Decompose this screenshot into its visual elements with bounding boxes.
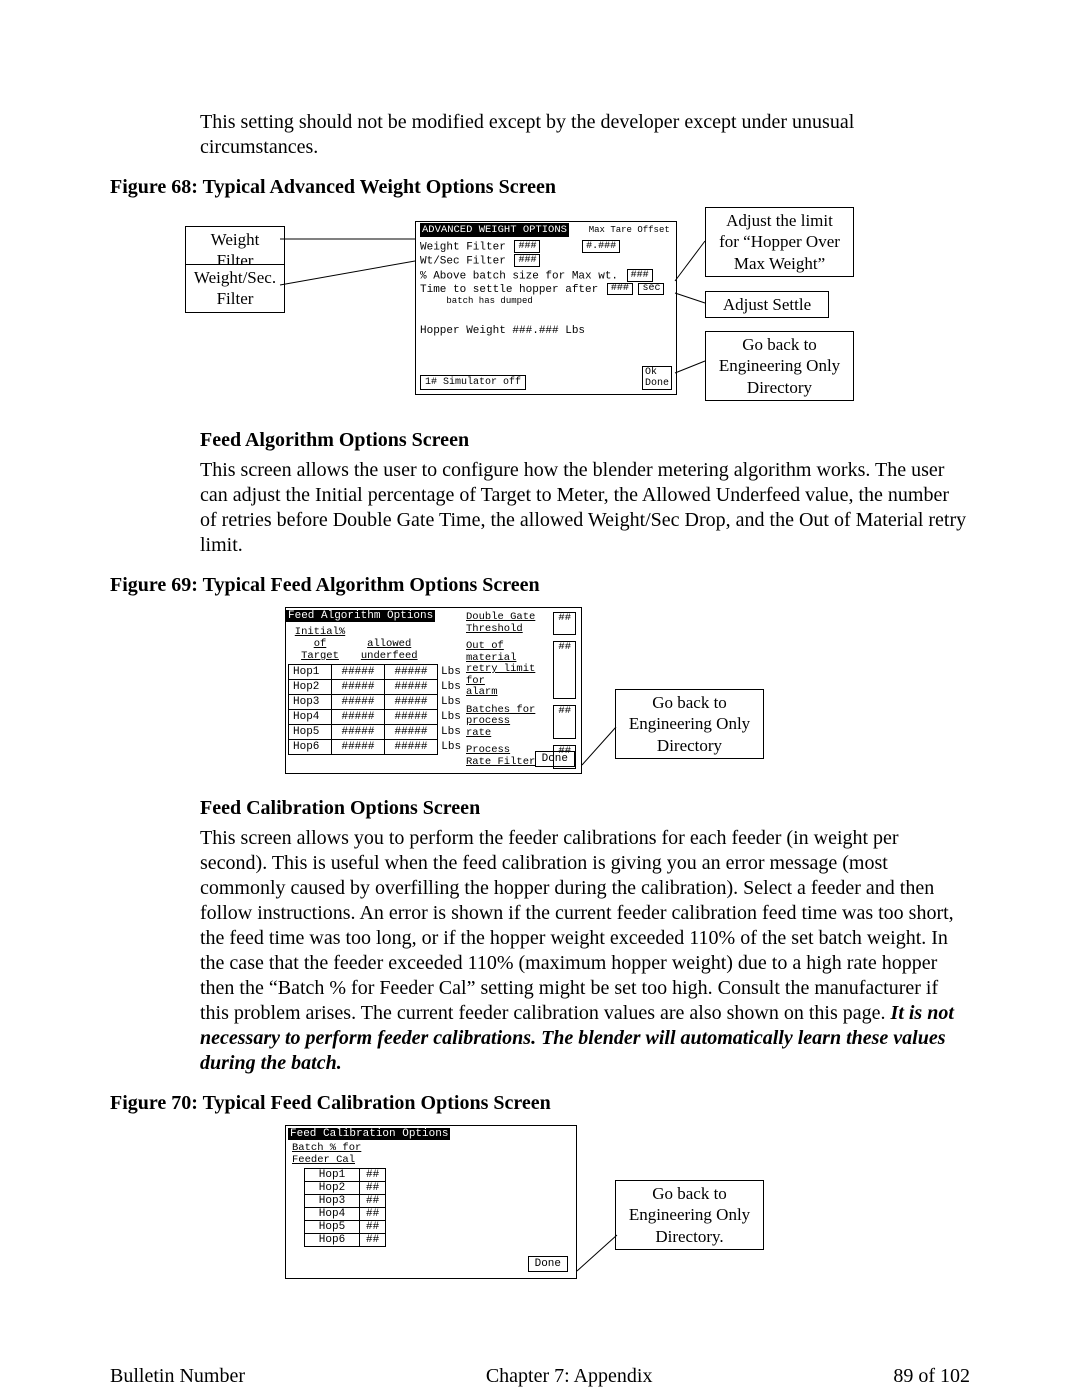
feed-algo-paragraph: This screen allows the user to configure… xyxy=(200,458,970,558)
table-row: Hop5## xyxy=(305,1221,386,1234)
feed-algo-screen: Feed Algorithm Options Initial% of Targe… xyxy=(285,607,582,774)
callout-wtsec-filter: Weight/Sec. Filter xyxy=(185,264,285,313)
wtsec-filter-field[interactable]: ### xyxy=(514,254,540,267)
footer-center: Chapter 7: Appendix xyxy=(486,1365,653,1388)
batch-pct-field[interactable]: ## xyxy=(360,1234,386,1247)
max-tare-field[interactable]: #.### xyxy=(582,240,620,253)
figure-70-caption: Figure 70: Typical Feed Calibration Opti… xyxy=(110,1092,970,1115)
underfeed-field[interactable]: ##### xyxy=(385,680,438,695)
callout-adjust-settle: Adjust Settle xyxy=(705,291,829,318)
hop-label: Hop3 xyxy=(305,1195,360,1208)
screen-title: Feed Calibration Options xyxy=(288,1128,450,1140)
hopper-table: Hop1##########LbsHop2##########LbsHop3##… xyxy=(288,664,466,755)
page-footer: Bulletin Number Chapter 7: Appendix 89 o… xyxy=(110,1365,970,1388)
table-row: Hop3##########Lbs xyxy=(289,695,466,710)
hop-label: Hop1 xyxy=(289,665,332,680)
double-gate-field[interactable]: ## xyxy=(553,612,576,635)
feed-cal-screen: Feed Calibration Options Batch % for Fee… xyxy=(285,1125,577,1279)
callout-adjust-limit: Adjust the limit for “Hopper Over Max We… xyxy=(705,207,854,277)
hop-label: Hop3 xyxy=(289,695,332,710)
simulator-button[interactable]: 1# Simulator off xyxy=(420,375,526,390)
adv-weight-screen: ADVANCED WEIGHT OPTIONS Max Tare Offset … xyxy=(415,221,677,395)
hop-label: Hop6 xyxy=(305,1234,360,1247)
figure-68-caption: Figure 68: Typical Advanced Weight Optio… xyxy=(110,176,970,199)
initial-pct-field[interactable]: ##### xyxy=(332,695,385,710)
table-row: Hop4##########Lbs xyxy=(289,710,466,725)
callout-go-back: Go back to Engineering Only Directory xyxy=(615,689,764,759)
feed-algo-heading: Feed Algorithm Options Screen xyxy=(200,429,970,452)
table-row: Hop5##########Lbs xyxy=(289,725,466,740)
figure-69: Feed Algorithm Options Initial% of Targe… xyxy=(285,607,1025,777)
table-row: Hop1##########Lbs xyxy=(289,665,466,680)
underfeed-field[interactable]: ##### xyxy=(385,725,438,740)
figure-69-caption: Figure 69: Typical Feed Algorithm Option… xyxy=(110,574,970,597)
batch-pct-field[interactable]: ## xyxy=(360,1221,386,1234)
hopper-table: Hop1##Hop2##Hop3##Hop4##Hop5##Hop6## xyxy=(304,1168,386,1247)
initial-pct-field[interactable]: ##### xyxy=(332,710,385,725)
batch-pct-field[interactable]: ## xyxy=(360,1195,386,1208)
settle-time-field[interactable]: ### xyxy=(607,283,633,295)
initial-pct-field[interactable]: ##### xyxy=(332,725,385,740)
table-row: Hop4## xyxy=(305,1208,386,1221)
hop-label: Hop2 xyxy=(289,680,332,695)
hop-label: Hop4 xyxy=(289,710,332,725)
figure-70: Feed Calibration Options Batch % for Fee… xyxy=(285,1125,1025,1285)
table-row: Hop6##########Lbs xyxy=(289,740,466,755)
footer-right: 89 of 102 xyxy=(893,1365,970,1388)
initial-pct-field[interactable]: ##### xyxy=(332,740,385,755)
underfeed-field[interactable]: ##### xyxy=(385,665,438,680)
table-row: Hop2## xyxy=(305,1182,386,1195)
hop-label: Hop2 xyxy=(305,1182,360,1195)
done-button[interactable]: Done xyxy=(535,751,575,767)
hop-label: Hop5 xyxy=(305,1221,360,1234)
table-row: Hop2##########Lbs xyxy=(289,680,466,695)
initial-pct-field[interactable]: ##### xyxy=(332,665,385,680)
batch-pct-field[interactable]: ## xyxy=(360,1208,386,1221)
batch-pct-field[interactable]: ## xyxy=(360,1182,386,1195)
weight-filter-field[interactable]: ### xyxy=(514,240,540,253)
feed-cal-paragraph: This screen allows you to perform the fe… xyxy=(200,826,970,1076)
batch-pct-field[interactable]: ## xyxy=(360,1169,386,1182)
table-row: Hop1## xyxy=(305,1169,386,1182)
batches-field[interactable]: ## xyxy=(553,705,576,740)
underfeed-field[interactable]: ##### xyxy=(385,695,438,710)
initial-pct-field[interactable]: ##### xyxy=(332,680,385,695)
underfeed-field[interactable]: ##### xyxy=(385,710,438,725)
above-batch-field[interactable]: ### xyxy=(627,269,653,282)
screen-title: Feed Algorithm Options xyxy=(286,610,435,622)
feed-cal-heading: Feed Calibration Options Screen xyxy=(200,797,970,820)
footer-left: Bulletin Number xyxy=(110,1365,245,1388)
done-button[interactable]: Done xyxy=(528,1256,568,1272)
hop-label: Hop6 xyxy=(289,740,332,755)
out-material-field[interactable]: ## xyxy=(553,641,576,699)
table-row: Hop3## xyxy=(305,1195,386,1208)
hop-label: Hop4 xyxy=(305,1208,360,1221)
intro-paragraph: This setting should not be modified exce… xyxy=(200,110,970,160)
screen-title: ADVANCED WEIGHT OPTIONS xyxy=(420,223,569,237)
callout-go-back: Go back to Engineering Only Directory. xyxy=(615,1180,764,1250)
figure-68: Weight Filter Weight/Sec. Filter Adjust … xyxy=(185,209,925,409)
hop-label: Hop1 xyxy=(305,1169,360,1182)
underfeed-field[interactable]: ##### xyxy=(385,740,438,755)
callout-go-back: Go back to Engineering Only Directory xyxy=(705,331,854,401)
ok-done-button[interactable]: Ok Done xyxy=(642,366,672,390)
hop-label: Hop5 xyxy=(289,725,332,740)
table-row: Hop6## xyxy=(305,1234,386,1247)
hopper-weight-readout: Hopper Weight ###.### Lbs xyxy=(420,325,676,337)
